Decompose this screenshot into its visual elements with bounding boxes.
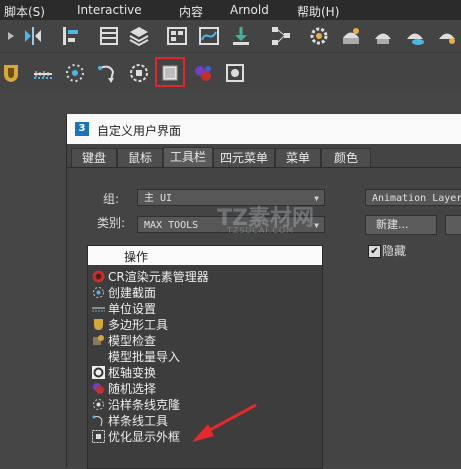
pointer-arrow-icon xyxy=(192,403,257,442)
